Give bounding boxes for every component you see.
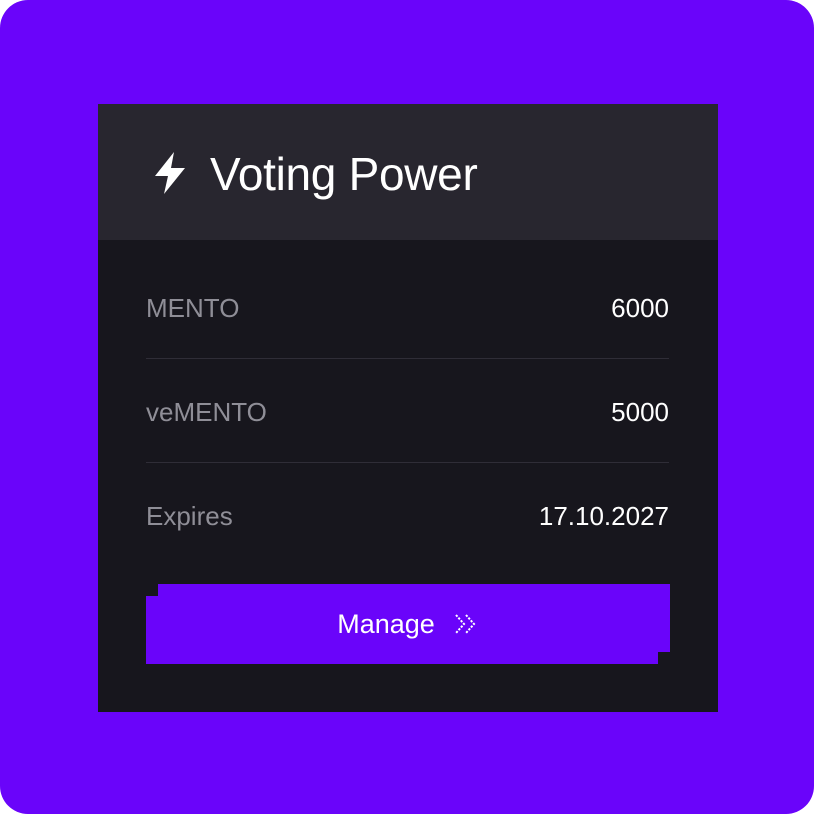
row-label: Expires (146, 501, 233, 531)
row-divider (146, 462, 669, 463)
manage-button-content: Manage (146, 584, 670, 664)
row-label: veMENTO (146, 397, 267, 427)
balance-row-vemento: veMENTO 5000 (146, 360, 669, 464)
row-value: 17.10.2027 (538, 501, 669, 531)
row-value: 5000 (611, 397, 669, 427)
row-label: MENTO (146, 293, 240, 323)
background-frame: Voting Power MENTO 6000 veMENTO 5000 Exp… (0, 0, 814, 814)
expiry-row: Expires 17.10.2027 (146, 464, 669, 568)
manage-button[interactable]: Manage (146, 584, 670, 664)
lightning-bolt-icon (155, 152, 185, 194)
row-divider (146, 358, 669, 359)
manage-button-label: Manage (337, 609, 435, 639)
card-header: Voting Power (98, 104, 718, 240)
voting-power-card: Voting Power MENTO 6000 veMENTO 5000 Exp… (98, 104, 718, 712)
double-chevron-right-icon (455, 614, 476, 634)
card-title: Voting Power (210, 148, 478, 200)
balance-row-mento: MENTO 6000 (146, 256, 669, 360)
row-value: 6000 (611, 293, 669, 323)
